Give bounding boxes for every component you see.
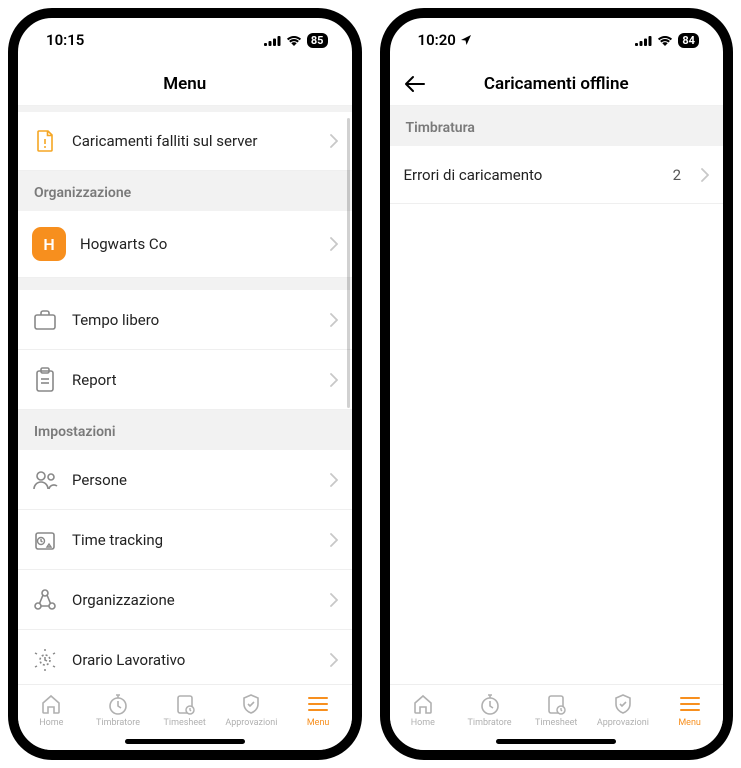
tab-home-label: Home [39, 718, 63, 728]
tab-approvazioni-label: Approvazioni [597, 718, 649, 728]
people-icon [32, 467, 58, 493]
page-title: Caricamenti offline [484, 74, 629, 94]
tempo-libero-row[interactable]: Tempo libero [18, 290, 352, 350]
home-indicator[interactable] [125, 739, 245, 744]
timetracking-icon [32, 527, 58, 553]
phone-right: 10:20 84 Caricamenti offline Timbratura … [380, 8, 734, 760]
menu-icon [306, 693, 330, 715]
chevron-right-icon [330, 653, 338, 667]
time-tracking-label: Time tracking [72, 531, 316, 549]
status-time: 10:20 [418, 31, 456, 49]
page-header: Menu [18, 62, 352, 106]
page-title: Menu [163, 74, 206, 94]
shield-check-icon [611, 693, 635, 715]
section-organizzazione-header: Organizzazione [18, 171, 352, 211]
status-bar: 10:20 84 [390, 18, 724, 62]
chevron-right-icon [330, 237, 338, 251]
clipboard-icon [32, 367, 58, 393]
back-button[interactable] [404, 75, 426, 93]
battery-icon: 84 [678, 33, 699, 48]
tab-timbratore-label: Timbratore [96, 718, 140, 728]
timesheet-icon [544, 693, 568, 715]
organizzazione-settings-row[interactable]: Organizzazione [18, 570, 352, 630]
tab-timesheet[interactable]: Timesheet [525, 693, 587, 728]
tab-timesheet-label: Timesheet [535, 718, 577, 728]
orario-lavorativo-label: Orario Lavorativo [72, 651, 316, 669]
chevron-right-icon [330, 134, 338, 148]
organizzazione-settings-label: Organizzazione [72, 591, 316, 609]
signal-icon [635, 35, 652, 46]
tab-approvazioni[interactable]: Approvazioni [592, 693, 654, 728]
tab-menu[interactable]: Menu [287, 693, 349, 728]
section-timbratura-header: Timbratura [390, 106, 724, 146]
chevron-right-icon [330, 373, 338, 387]
organization-row[interactable]: H Hogwarts Co [18, 211, 352, 278]
chevron-right-icon [330, 313, 338, 327]
home-indicator[interactable] [496, 739, 616, 744]
organization-name: Hogwarts Co [80, 235, 316, 253]
battery-icon: 85 [307, 33, 328, 48]
tab-timbratore-label: Timbratore [468, 718, 512, 728]
persone-row[interactable]: Persone [18, 450, 352, 510]
working-hours-icon [32, 647, 58, 673]
persone-label: Persone [72, 471, 316, 489]
stopwatch-icon [106, 693, 130, 715]
tab-home[interactable]: Home [392, 693, 454, 728]
tab-menu-label: Menu [678, 718, 701, 728]
menu-icon [678, 693, 702, 715]
chevron-right-icon [330, 593, 338, 607]
tempo-libero-label: Tempo libero [72, 311, 316, 329]
orario-lavorativo-row[interactable]: Orario Lavorativo [18, 630, 352, 684]
tab-menu[interactable]: Menu [659, 693, 721, 728]
chevron-right-icon [330, 473, 338, 487]
failed-uploads-row[interactable]: Caricamenti falliti sul server [18, 112, 352, 171]
time-tracking-row[interactable]: Time tracking [18, 510, 352, 570]
document-warning-icon [32, 128, 58, 154]
tab-menu-label: Menu [307, 718, 330, 728]
tab-timesheet[interactable]: Timesheet [154, 693, 216, 728]
tab-approvazioni[interactable]: Approvazioni [220, 693, 282, 728]
failed-uploads-label: Caricamenti falliti sul server [72, 132, 316, 150]
signal-icon [264, 35, 281, 46]
tab-approvazioni-label: Approvazioni [225, 718, 277, 728]
report-row[interactable]: Report [18, 350, 352, 410]
tab-timesheet-label: Timesheet [164, 718, 206, 728]
status-bar: 10:15 85 [18, 18, 352, 62]
upload-errors-row[interactable]: Errori di caricamento 2 [390, 146, 724, 204]
status-time: 10:15 [46, 31, 84, 49]
organization-avatar: H [32, 227, 66, 261]
tab-timbratore[interactable]: Timbratore [87, 693, 149, 728]
tab-timbratore[interactable]: Timbratore [459, 693, 521, 728]
phone-left: 10:15 85 Menu Caricamenti falliti sul se… [8, 8, 362, 760]
briefcase-icon [32, 307, 58, 333]
chevron-right-icon [701, 168, 709, 182]
tab-home[interactable]: Home [20, 693, 82, 728]
page-header: Caricamenti offline [390, 62, 724, 106]
timesheet-icon [173, 693, 197, 715]
chevron-right-icon [330, 533, 338, 547]
org-nodes-icon [32, 587, 58, 613]
section-impostazioni-header: Impostazioni [18, 410, 352, 450]
home-icon [39, 693, 63, 715]
tab-home-label: Home [411, 718, 435, 728]
shield-check-icon [239, 693, 263, 715]
report-label: Report [72, 371, 316, 389]
stopwatch-icon [478, 693, 502, 715]
wifi-icon [286, 35, 302, 46]
scrollbar[interactable] [347, 118, 350, 408]
location-icon [460, 34, 472, 46]
upload-errors-label: Errori di caricamento [404, 166, 659, 184]
wifi-icon [657, 35, 673, 46]
upload-errors-count: 2 [673, 166, 681, 184]
home-icon [411, 693, 435, 715]
scroll-content[interactable]: Caricamenti falliti sul server Organizza… [18, 106, 352, 684]
scroll-content[interactable]: Timbratura Errori di caricamento 2 [390, 106, 724, 684]
